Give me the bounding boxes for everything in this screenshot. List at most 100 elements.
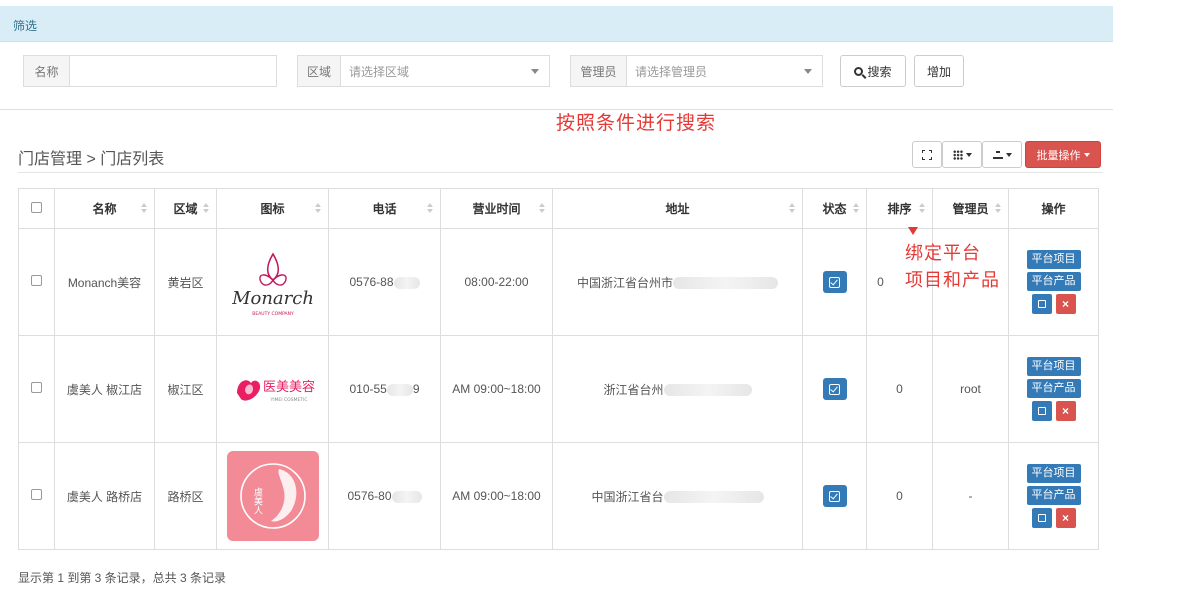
column-header-label: 排序 xyxy=(887,202,912,216)
edit-delete-group: × xyxy=(1031,401,1076,421)
cell-logo: 虞美人 xyxy=(216,442,329,550)
region-select[interactable]: 请选择区域 xyxy=(341,56,549,86)
sort-value: 0 xyxy=(877,275,884,289)
bind-annotation-line2: 项目和产品 xyxy=(905,270,1000,291)
platform-project-button[interactable]: 平台项目 xyxy=(1026,464,1081,483)
column-header-sort[interactable]: 排序 xyxy=(866,188,933,229)
edit-delete-group: × xyxy=(1031,294,1076,314)
cell-name: Monanch美容 xyxy=(54,228,155,336)
sort-icon xyxy=(203,203,209,215)
chevron-down-icon xyxy=(965,152,972,157)
redacted-blur xyxy=(673,277,778,290)
edit-button[interactable] xyxy=(1031,508,1052,528)
logo-tagline: YIMEI COSMETIC xyxy=(269,397,307,403)
name-input-wrap xyxy=(70,56,276,86)
platform-product-button[interactable]: 平台产品 xyxy=(1026,272,1081,291)
column-header-hours[interactable]: 营业时间 xyxy=(440,188,553,229)
manager-filter: 管理员 请选择管理员 xyxy=(570,55,823,87)
row-select-cell xyxy=(18,442,55,550)
sort-icon xyxy=(427,203,433,215)
checkbox-icon xyxy=(829,383,840,395)
select-all-checkbox[interactable] xyxy=(31,201,42,213)
edit-icon xyxy=(1037,514,1046,522)
column-header-label: 区域 xyxy=(173,202,198,216)
row-checkbox[interactable] xyxy=(31,275,42,286)
table-header-row: 名称 区域 图标 电话 营业时间 地址 状态 排序 管理员 操作 xyxy=(18,188,1099,229)
cell-phone: 0576-80 xyxy=(328,442,441,550)
platform-product-button[interactable]: 平台产品 xyxy=(1026,379,1081,398)
region-filter-label: 区域 xyxy=(298,56,341,86)
delete-button[interactable]: × xyxy=(1055,508,1076,528)
address-text: 中国浙江省台州市 xyxy=(576,275,673,290)
phone-text: 0576-88 xyxy=(349,275,394,289)
cell-phone: 010-55 9 xyxy=(328,335,441,443)
cell-hours: AM 09:00~18:00 xyxy=(440,335,553,443)
edit-button[interactable] xyxy=(1031,294,1052,314)
delete-button[interactable]: × xyxy=(1055,401,1076,421)
fullscreen-button[interactable] xyxy=(912,141,942,168)
search-button[interactable]: 搜索 xyxy=(840,55,906,87)
column-header-manager[interactable]: 管理员 xyxy=(932,188,1009,229)
status-toggle-button[interactable] xyxy=(822,271,847,293)
cell-status xyxy=(802,335,867,443)
cell-address: 中国浙江省台 xyxy=(552,442,803,550)
chevron-down-icon xyxy=(1005,152,1012,157)
cell-region: 黄岩区 xyxy=(154,228,217,336)
add-button[interactable]: 增加 xyxy=(914,55,964,87)
column-header-status[interactable]: 状态 xyxy=(802,188,867,229)
redacted-blur xyxy=(663,384,752,397)
cell-logo: 医美美容 YIMEI COSMETIC xyxy=(216,335,329,443)
phone-tail: 9 xyxy=(412,382,420,396)
logo-wordmark: 虞美人 xyxy=(252,486,263,514)
chevron-down-icon xyxy=(531,69,539,74)
yumeiren-logo-image: 虞美人 xyxy=(226,451,319,541)
platform-project-button[interactable]: 平台项目 xyxy=(1026,250,1081,269)
batch-actions-button[interactable]: 批量操作 xyxy=(1025,141,1101,168)
table-row: 虞美人 椒江店 椒江区 医美美容 YIMEI COSMETIC 010-55 9 … xyxy=(18,335,1099,443)
sort-icon xyxy=(539,203,545,215)
edit-button[interactable] xyxy=(1031,401,1052,421)
column-header-label: 管理员 xyxy=(952,202,989,216)
columns-toggle-button[interactable] xyxy=(942,141,982,168)
chevron-down-icon xyxy=(804,69,812,74)
cell-address: 浙江省台州 xyxy=(552,335,803,443)
row-checkbox[interactable] xyxy=(31,382,42,393)
pagination-info: 显示第 1 到第 3 条记录，总共 3 条记录 xyxy=(18,571,227,585)
cell-sort: 0 xyxy=(866,442,933,550)
delete-button[interactable]: × xyxy=(1055,294,1076,314)
column-header-label: 名称 xyxy=(92,202,117,216)
column-header-label: 地址 xyxy=(665,202,690,216)
status-toggle-button[interactable] xyxy=(822,485,847,507)
store-logo: Monarch BEAUTY COMPANY xyxy=(227,237,319,327)
platform-product-button[interactable]: 平台产品 xyxy=(1026,486,1081,505)
export-button[interactable] xyxy=(982,141,1022,168)
row-actions: 平台项目 平台产品 × xyxy=(1009,250,1098,314)
region-select-placeholder: 请选择区域 xyxy=(349,64,410,79)
edit-delete-group: × xyxy=(1031,508,1076,528)
column-header-region[interactable]: 区域 xyxy=(154,188,217,229)
redacted-blur xyxy=(663,491,764,504)
row-checkbox[interactable] xyxy=(31,489,42,500)
cell-logo: Monarch BEAUTY COMPANY xyxy=(216,228,329,336)
cell-sort: 0 xyxy=(866,335,933,443)
column-header-address[interactable]: 地址 xyxy=(552,188,803,229)
cell-name: 虞美人 路桥店 xyxy=(54,442,155,550)
select-all-cell xyxy=(18,188,55,229)
edit-icon xyxy=(1037,300,1046,308)
address-text: 中国浙江省台 xyxy=(591,489,664,504)
fullscreen-icon xyxy=(922,149,932,160)
column-header-phone[interactable]: 电话 xyxy=(328,188,441,229)
status-toggle-button[interactable] xyxy=(822,378,847,400)
add-button-label: 增加 xyxy=(926,64,951,79)
row-actions: 平台项目 平台产品 × xyxy=(1009,357,1098,421)
store-logo: 医美美容 YIMEI COSMETIC xyxy=(227,344,319,434)
column-header-name[interactable]: 名称 xyxy=(54,188,155,229)
platform-project-button[interactable]: 平台项目 xyxy=(1026,357,1081,376)
cell-manager: - xyxy=(932,442,1009,550)
name-input[interactable] xyxy=(78,56,276,86)
redacted-blur xyxy=(393,276,420,289)
column-header-actions: 操作 xyxy=(1008,188,1099,229)
divider xyxy=(18,172,1103,173)
column-header-logo[interactable]: 图标 xyxy=(216,188,329,229)
manager-select[interactable]: 请选择管理员 xyxy=(627,56,822,86)
